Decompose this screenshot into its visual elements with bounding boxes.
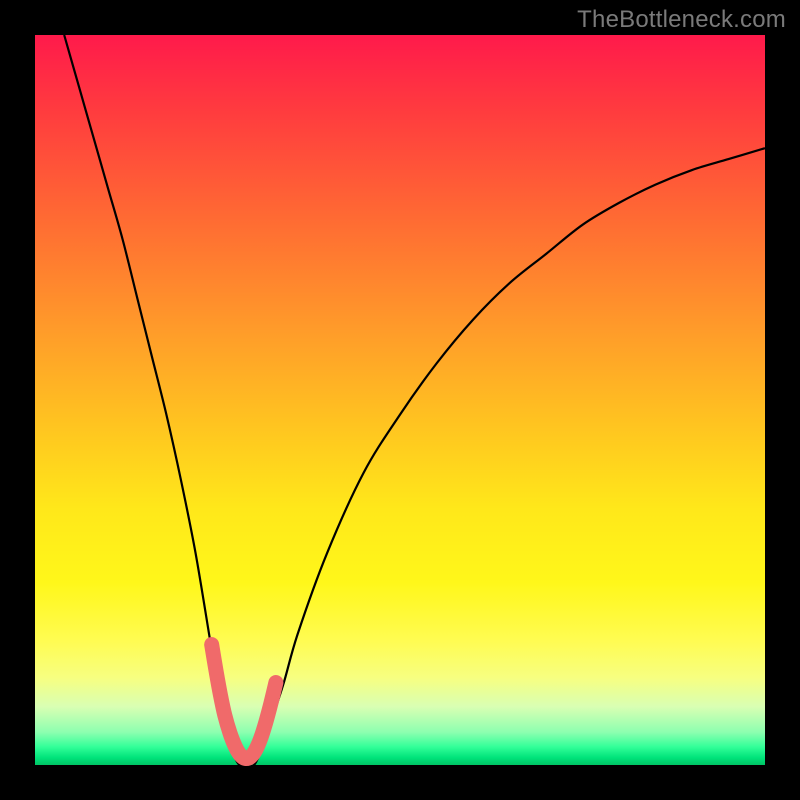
- chart-frame: TheBottleneck.com: [0, 0, 800, 800]
- minimum-marker: [212, 645, 276, 759]
- plot-area: [35, 35, 765, 765]
- bottleneck-chart-svg: [35, 35, 765, 765]
- watermark-text: TheBottleneck.com: [577, 6, 786, 34]
- bottleneck-curve: [64, 35, 765, 766]
